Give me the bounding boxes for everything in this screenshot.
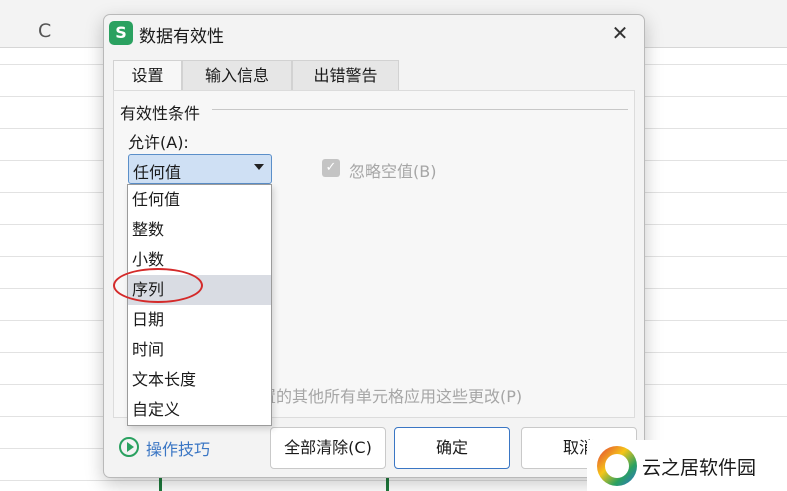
dropdown-option-time[interactable]: 时间 <box>128 335 271 365</box>
group-divider <box>212 109 628 110</box>
allow-dropdown-list: 任何值 整数 小数 序列 日期 时间 文本长度 自定义 <box>127 184 272 426</box>
selection-border-mark <box>386 476 389 491</box>
column-letter[interactable]: C <box>38 20 51 42</box>
tab-error-alert[interactable]: 出错警告 <box>292 60 399 90</box>
validation-criteria-label: 有效性条件 <box>120 100 205 124</box>
ignore-blank-label: 忽略空值(B) <box>349 162 437 181</box>
watermark-logo-icon <box>597 446 637 486</box>
clear-all-button[interactable]: 全部清除(C) <box>270 427 386 469</box>
ok-button[interactable]: 确定 <box>394 427 510 469</box>
ignore-blank-checkbox[interactable]: ✓ <box>322 159 340 177</box>
tips-link[interactable]: 操作技巧 <box>146 436 210 460</box>
apply-to-all-label: 置的其他所有单元格应用这些更改(P) <box>260 387 523 406</box>
dropdown-option-text-length[interactable]: 文本长度 <box>128 365 271 395</box>
dialog-title-bar[interactable]: S 数据有效性 ✕ <box>104 15 644 53</box>
annotation-circle <box>113 268 203 303</box>
selection-border-mark <box>159 476 162 491</box>
play-icon[interactable] <box>119 437 139 457</box>
watermark-text: 云之居软件园 <box>642 457 757 479</box>
app-logo-icon: S <box>109 21 133 45</box>
site-watermark: 云之居软件园 <box>587 440 787 491</box>
dropdown-option-integer[interactable]: 整数 <box>128 215 271 245</box>
allow-select[interactable]: 任何值 <box>128 154 272 184</box>
allow-label: 允许(A): <box>128 133 189 152</box>
dropdown-option-any-value[interactable]: 任何值 <box>128 185 271 215</box>
chevron-down-icon <box>254 164 264 170</box>
dialog-title: 数据有效性 <box>139 27 224 47</box>
close-icon[interactable]: ✕ <box>600 18 640 48</box>
allow-select-value: 任何值 <box>133 163 182 182</box>
tab-input-message[interactable]: 输入信息 <box>182 60 292 90</box>
tab-settings[interactable]: 设置 <box>113 60 182 90</box>
dropdown-option-custom[interactable]: 自定义 <box>128 395 271 425</box>
dropdown-option-date[interactable]: 日期 <box>128 305 271 335</box>
